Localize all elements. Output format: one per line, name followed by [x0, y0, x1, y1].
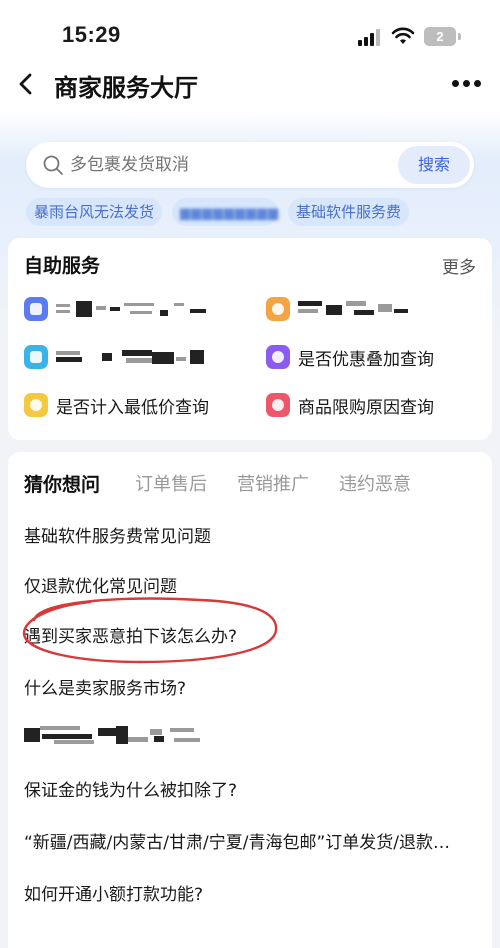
faq-item[interactable]: 什么是卖家服务市场?: [24, 674, 484, 699]
signal-icon: [358, 28, 384, 46]
battery-icon: 2: [424, 27, 456, 46]
faq-item[interactable]: 遇到买家恶意拍下该怎么办?: [24, 622, 484, 647]
faq-card: 猜你想问 订单售后 营销推广 违约恶意 基础软件服务费常见问题 仅退款优化常见问…: [8, 452, 492, 948]
search-bar: 搜索: [26, 142, 474, 188]
search-input[interactable]: [70, 142, 370, 188]
service-item[interactable]: 商品限购原因查询: [266, 390, 486, 420]
hot-tag-blurred[interactable]: ▆▆▆▆▆▆▆▆▆: [172, 198, 278, 226]
hot-tag[interactable]: 暴雨台风无法发货: [26, 198, 163, 226]
status-time: 15:29: [62, 22, 121, 47]
faq-item[interactable]: 保证金的钱为什么被扣除了?: [24, 776, 484, 801]
tab-marketing[interactable]: 营销推广: [237, 470, 309, 496]
redacted-label: [56, 301, 206, 317]
status-bar: 15:29 2: [0, 0, 500, 70]
wifi-icon: [391, 27, 415, 44]
price-icon: [24, 393, 48, 417]
tab-violation[interactable]: 违约恶意: [339, 470, 411, 496]
hot-search-tags: 暴雨台风无法发货 ▆▆▆▆▆▆▆▆▆ 基础软件服务费: [26, 198, 496, 228]
faq-item[interactable]: “新疆/西藏/内蒙古/甘肃/宁夏/青海包邮”订单发货/退款…: [24, 828, 484, 853]
nav-bar: 商家服务大厅: [0, 62, 500, 106]
faq-item[interactable]: 仅退款优化常见问题: [24, 572, 484, 597]
hot-tag[interactable]: 基础软件服务费: [288, 198, 410, 226]
service-item[interactable]: [24, 294, 244, 324]
search-button[interactable]: 搜索: [398, 146, 470, 184]
service-label: 是否优惠叠加查询: [298, 350, 434, 370]
section-title: 自助服务: [24, 255, 101, 277]
blurred-text: ▆▆▆▆▆▆▆▆▆: [180, 206, 279, 221]
limit-icon: [266, 393, 290, 417]
redacted-label: [298, 301, 408, 317]
page-title: 商家服务大厅: [54, 74, 198, 102]
redacted-label: [56, 349, 206, 365]
faq-item[interactable]: 如何开通小额打款功能?: [24, 880, 484, 905]
coupon-icon: [266, 345, 290, 369]
service-item[interactable]: [24, 342, 244, 372]
faq-tabs: 猜你想问 订单售后 营销推广 违约恶意: [24, 470, 484, 506]
more-options-icon[interactable]: [452, 80, 482, 88]
more-link[interactable]: 更多: [442, 253, 476, 278]
battery-nub: [458, 33, 461, 40]
back-arrow-icon[interactable]: [14, 70, 38, 98]
search-icon: [43, 155, 63, 175]
file-icon: [24, 345, 48, 369]
service-label: 商品限购原因查询: [298, 398, 434, 418]
service-label: 是否计入最低价查询: [56, 398, 209, 418]
tab-guess[interactable]: 猜你想问: [24, 470, 100, 497]
service-item[interactable]: 是否优惠叠加查询: [266, 342, 486, 372]
self-service-card: 自助服务 更多 是否优惠叠加查询 是否计入最低价查询 商品限购原因查询: [8, 238, 492, 440]
service-item[interactable]: 是否计入最低价查询: [24, 390, 244, 420]
document-icon: [24, 297, 48, 321]
faq-item-redacted[interactable]: [24, 726, 484, 750]
redacted-label: [24, 726, 204, 746]
service-item[interactable]: [266, 294, 486, 324]
mail-icon: [266, 297, 290, 321]
faq-item[interactable]: 基础软件服务费常见问题: [24, 522, 484, 547]
tab-order-aftersale[interactable]: 订单售后: [135, 470, 207, 496]
